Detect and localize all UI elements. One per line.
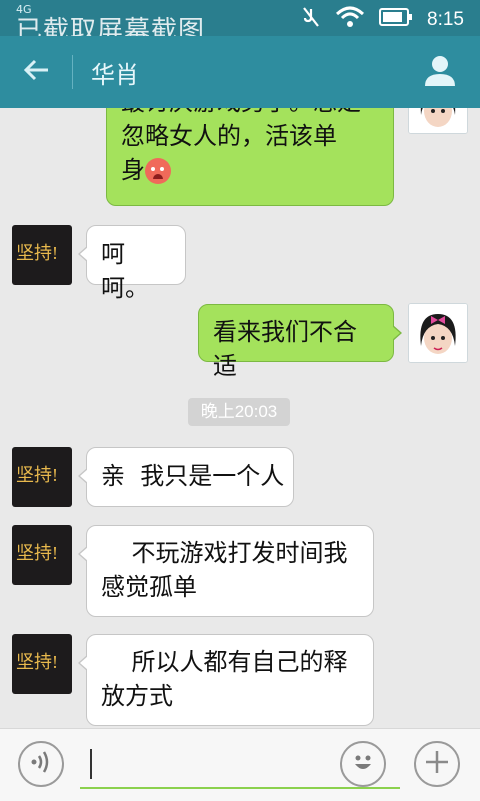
my-avatar[interactable] — [408, 303, 468, 363]
message-bubble-outgoing[interactable]: 最讨厌游戏男了。总是 忽略女人的，活该单 身 — [106, 108, 394, 206]
angry-face-emoji-icon — [145, 158, 171, 184]
message-text: 亲 我只是一个人 — [101, 462, 285, 490]
contact-name: 华肖 — [91, 60, 139, 89]
back-button[interactable] — [0, 36, 72, 108]
message-text-line: 不玩游戏打发时间我 — [101, 539, 348, 567]
message-bubble-incoming[interactable]: 呵呵。 — [78, 225, 186, 302]
message-bubble-incoming[interactable]: 亲 我只是一个人 — [78, 447, 294, 507]
contact-avatar[interactable]: 坚持! — [12, 225, 72, 285]
voice-icon — [29, 749, 53, 779]
battery-icon — [379, 7, 413, 32]
message-bubble-incoming[interactable]: 所以人都有自己的释 放方式 — [78, 634, 374, 726]
avatar-text: 坚持! — [16, 652, 58, 672]
person-icon — [423, 53, 457, 91]
my-avatar[interactable] — [408, 108, 468, 134]
status-bar: 4G 已截取屏幕截图 8:15 — [0, 0, 480, 46]
message-text: 看来我们不合适 — [213, 318, 357, 380]
message-bubble-incoming[interactable]: 不玩游戏打发时间我 感觉孤单 — [78, 525, 374, 617]
contact-profile-button[interactable] — [418, 50, 462, 94]
avatar-text: 坚持! — [16, 465, 58, 485]
arrow-left-icon — [22, 58, 50, 86]
title-bar: 华肖 — [0, 36, 480, 108]
more-options-button[interactable] — [414, 741, 460, 787]
message-text-line: 身 — [121, 153, 379, 187]
message-text-line: 感觉孤单 — [101, 573, 197, 601]
contact-avatar[interactable]: 坚持! — [12, 447, 72, 507]
message-text-line: 最讨厌游戏男了。总是 — [121, 108, 379, 119]
message-text-line: 放方式 — [101, 682, 173, 710]
avatar-text: 坚持! — [16, 243, 58, 263]
message-text-line: 所以人都有自己的释 — [101, 648, 348, 676]
message-text: 呵呵。 — [101, 240, 149, 302]
text-caret — [90, 749, 92, 779]
contact-avatar[interactable]: 坚持! — [12, 525, 72, 585]
title-divider — [72, 55, 73, 89]
message-bubble-outgoing[interactable]: 看来我们不合适 — [198, 304, 402, 380]
clock: 8:15 — [427, 8, 464, 30]
time-separator: 晚上20:03 — [188, 398, 290, 426]
mute-icon — [301, 6, 321, 33]
voice-input-button[interactable] — [18, 741, 64, 787]
smiley-icon — [348, 747, 378, 781]
avatar-text: 坚持! — [16, 543, 58, 563]
message-text-line: 忽略女人的，活该单 — [121, 122, 337, 150]
plus-icon — [424, 749, 450, 779]
emoji-button[interactable] — [340, 741, 386, 787]
contact-avatar[interactable]: 坚持! — [12, 634, 72, 694]
input-bar — [0, 728, 480, 801]
input-underline — [80, 787, 400, 789]
wifi-icon — [335, 6, 365, 33]
message-list[interactable]: 最讨厌游戏男了。总是 忽略女人的，活该单 身 坚持! 呵呵。 看来我们不合适 晚… — [0, 108, 480, 728]
